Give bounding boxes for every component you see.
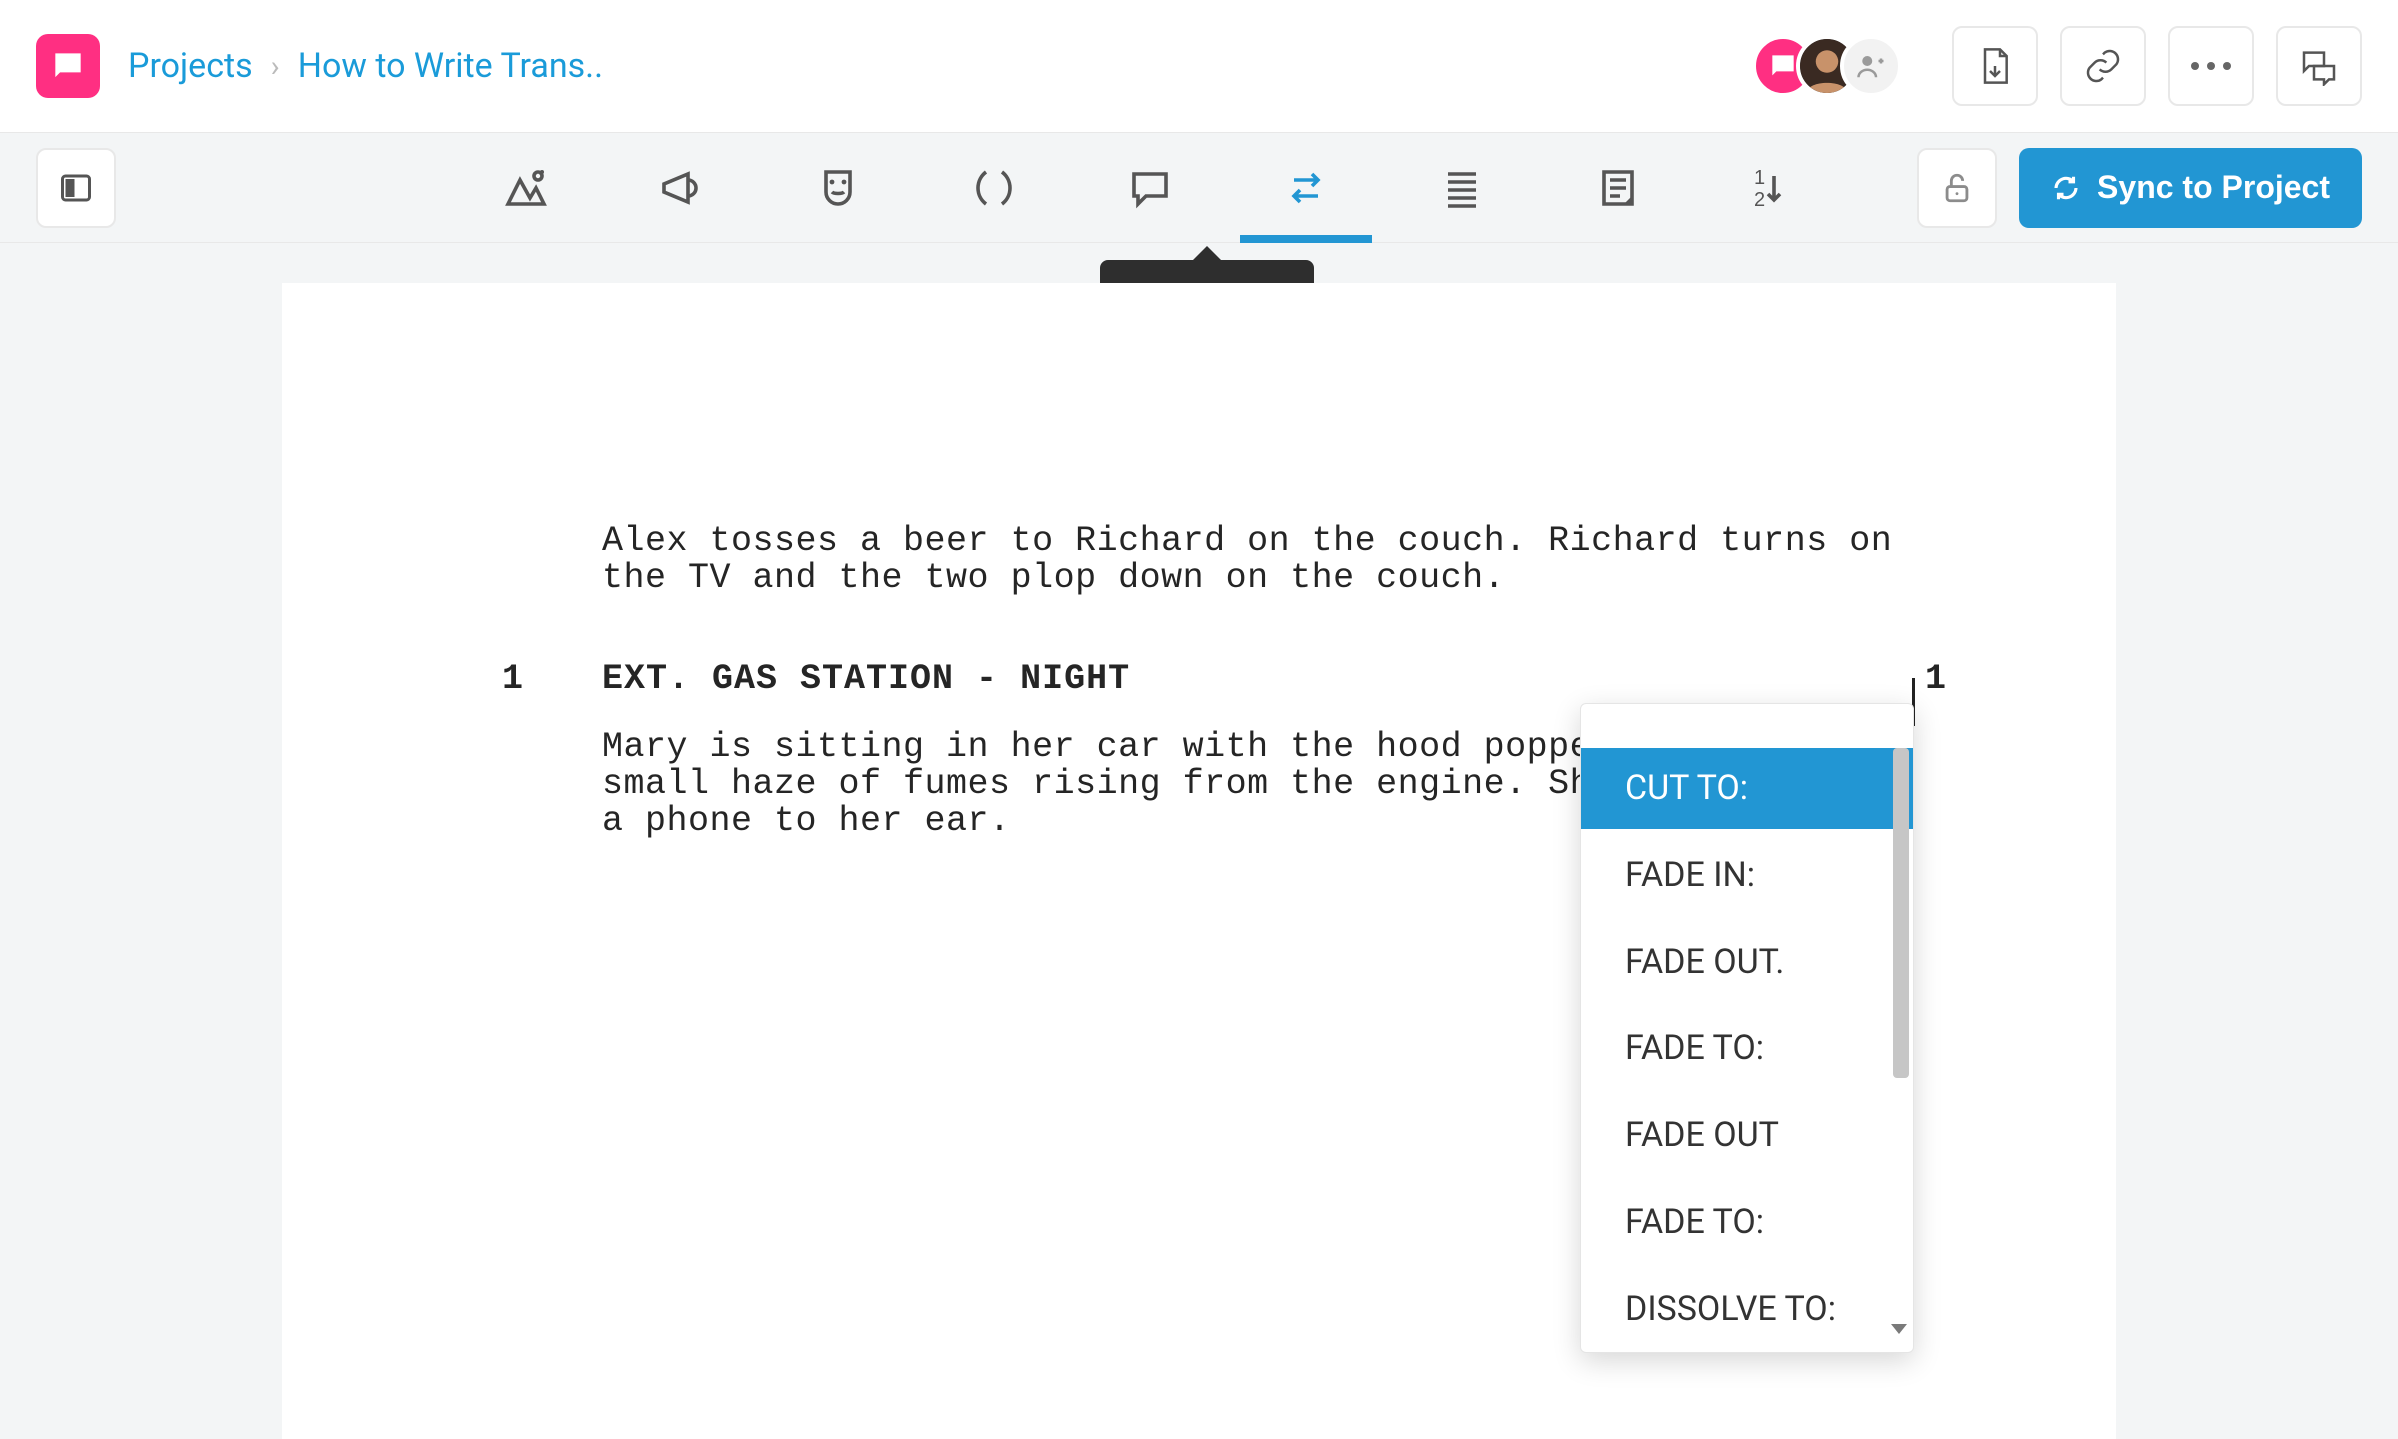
- scene-number-left: 1: [502, 661, 523, 698]
- transition-option[interactable]: FADE TO:: [1581, 1008, 1913, 1089]
- panel-toggle-button[interactable]: [36, 148, 116, 228]
- chat-bubbles-icon: [2299, 46, 2339, 86]
- add-user-button[interactable]: [1840, 35, 1902, 97]
- chat-icon: [49, 47, 87, 85]
- share-link-button[interactable]: [2060, 26, 2146, 106]
- action-block: Alex tosses a beer to Richard on the cou…: [602, 523, 1907, 597]
- numbered-list-icon: 12: [1750, 164, 1798, 212]
- more-icon: [2191, 62, 2231, 70]
- scene-heading-row: 1 EXT. GAS STATION - NIGHT 1: [602, 661, 1976, 698]
- mask-icon: [814, 164, 862, 212]
- transition-option[interactable]: FADE OUT.: [1581, 922, 1913, 1003]
- sync-label: Sync to Project: [2097, 169, 2330, 206]
- page-area: Alex tosses a beer to Richard on the cou…: [0, 243, 2398, 1439]
- arrows-icon: [1282, 164, 1330, 212]
- scene-number-right: 1: [1925, 661, 1946, 698]
- parenthetical-icon: [970, 164, 1018, 212]
- general-button[interactable]: [1432, 133, 1492, 243]
- parenthetical-button[interactable]: [964, 133, 1024, 243]
- transition-option[interactable]: FADE TO:: [1581, 1182, 1913, 1263]
- sync-to-project-button[interactable]: Sync to Project: [2019, 148, 2362, 228]
- breadcrumb-root[interactable]: Projects: [128, 46, 253, 86]
- lines-icon: [1438, 164, 1486, 212]
- add-user-icon: [1856, 51, 1886, 81]
- presence-stack: [1770, 35, 1902, 97]
- pdf-icon: [1975, 46, 2015, 86]
- scene-icon: [502, 164, 550, 212]
- lock-button[interactable]: [1917, 148, 1997, 228]
- action-button[interactable]: [652, 133, 712, 243]
- transition-option[interactable]: CUT TO:: [1581, 748, 1913, 829]
- note-button[interactable]: [1588, 133, 1648, 243]
- transition-option[interactable]: DISSOLVE TO:: [1581, 1269, 1913, 1350]
- more-button[interactable]: [2168, 26, 2254, 106]
- panel-icon: [58, 170, 94, 206]
- chevron-right-icon: ›: [271, 49, 280, 84]
- app-logo[interactable]: [36, 34, 100, 98]
- scrollbar-thumb[interactable]: [1893, 748, 1909, 1078]
- format-toolbar: 12 Sync to Project: [0, 133, 2398, 243]
- megaphone-icon: [658, 164, 706, 212]
- transition-option[interactable]: FADE IN:: [1581, 835, 1913, 916]
- dialogue-button[interactable]: [1120, 133, 1180, 243]
- link-icon: [2083, 46, 2123, 86]
- svg-text:2: 2: [1754, 189, 1765, 211]
- action-block-2: Mary is sitting in her car with the hood…: [602, 729, 1602, 839]
- transition-option[interactable]: FADE OUT: [1581, 1095, 1913, 1176]
- scene-heading-button[interactable]: [496, 133, 556, 243]
- transition-dropdown: CUT TO:FADE IN:FADE OUT.FADE TO:FADE OUT…: [1580, 703, 1914, 1353]
- character-button[interactable]: [808, 133, 868, 243]
- note-icon: [1594, 164, 1642, 212]
- transition-button[interactable]: [1276, 133, 1336, 243]
- dropdown-list: CUT TO:FADE IN:FADE OUT.FADE TO:FADE OUT…: [1581, 748, 1913, 1308]
- scroll-down-arrow[interactable]: [1891, 1324, 1907, 1334]
- export-pdf-button[interactable]: [1952, 26, 2038, 106]
- speech-bubble-icon: [1126, 164, 1174, 212]
- lock-open-icon: [1940, 171, 1974, 205]
- svg-text:1: 1: [1754, 167, 1765, 189]
- refresh-icon: [2051, 173, 2081, 203]
- scene-heading: EXT. GAS STATION - NIGHT: [602, 661, 1130, 698]
- comments-button[interactable]: [2276, 26, 2362, 106]
- breadcrumb: Projects › How to Write Trans..: [128, 46, 603, 86]
- top-bar: Projects › How to Write Trans..: [0, 0, 2398, 133]
- top-actions: [1952, 26, 2362, 106]
- numbered-button[interactable]: 12: [1744, 133, 1804, 243]
- breadcrumb-current[interactable]: How to Write Trans..: [298, 46, 603, 86]
- chat-icon: [1767, 50, 1799, 82]
